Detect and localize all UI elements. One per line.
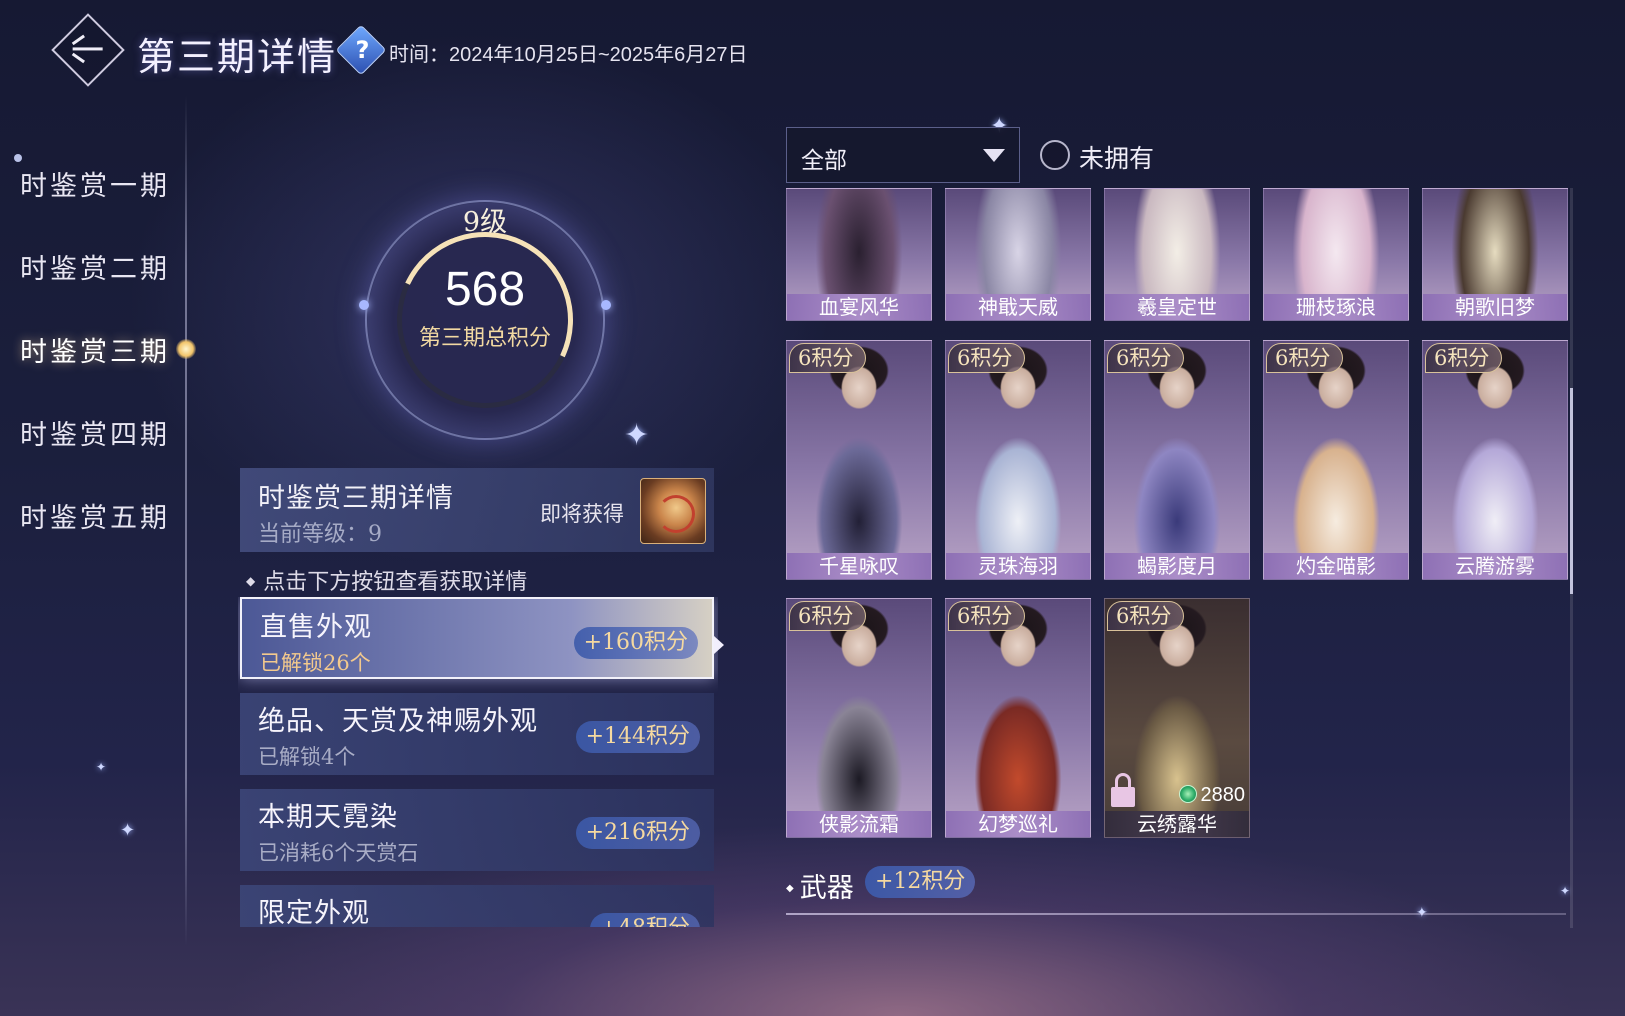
outfit-card[interactable]: 羲皇定世 xyxy=(1104,188,1250,321)
outfit-art xyxy=(1105,189,1249,294)
points-badge: 6积分 xyxy=(1107,343,1185,373)
category-direct-sale-button[interactable]: 直售外观 已解锁26个 +160积分 xyxy=(240,597,714,679)
nav-active-marker-icon xyxy=(176,339,196,359)
nav-item-period-1[interactable]: 时鉴赏一期 xyxy=(20,164,170,203)
outfit-name: 血宴风华 xyxy=(787,294,931,320)
points-badge: 6积分 xyxy=(948,343,1026,373)
price-value: 2880 xyxy=(1200,784,1246,806)
help-icon-glyph: ? xyxy=(355,36,370,64)
outfit-card[interactable]: 6积分 灼金喵影 xyxy=(1263,340,1409,580)
category-sub: 已解锁26个 xyxy=(260,651,371,675)
category-name: 本期天霓染 xyxy=(258,802,398,833)
nav-item-period-3[interactable]: 时鉴赏三期 xyxy=(20,330,170,369)
points-badge: 6积分 xyxy=(948,601,1026,631)
category-points: +160积分 xyxy=(573,627,698,659)
back-button[interactable] xyxy=(51,13,125,87)
outfit-art xyxy=(1264,189,1408,294)
category-list: 直售外观 已解锁26个 +160积分 绝品、天赏及神赐外观 已解锁4个 +144… xyxy=(238,597,718,927)
outfit-card[interactable]: 神戢天威 xyxy=(945,188,1091,321)
category-limited-button[interactable]: 限定外观 +48积分 xyxy=(240,885,714,927)
score-total: 568 xyxy=(444,263,526,316)
chevron-down-icon xyxy=(983,149,1005,162)
outfit-art xyxy=(1423,189,1567,294)
outfit-card[interactable]: 6积分 云腾游雾 xyxy=(1422,340,1568,580)
outfit-card[interactable]: 朝歌旧梦 xyxy=(1422,188,1568,321)
outfit-art xyxy=(946,189,1090,294)
category-sub: 已解锁4个 xyxy=(258,745,356,769)
page-title: 第三期详情 xyxy=(137,35,338,79)
section-divider xyxy=(786,913,1566,915)
outfit-name: 幻梦巡礼 xyxy=(946,811,1090,837)
outfit-name: 千星咏叹 xyxy=(787,553,931,579)
outfit-name: 灼金喵影 xyxy=(1264,553,1408,579)
outfit-name: 神戢天威 xyxy=(946,294,1090,320)
category-points: +144积分 xyxy=(575,721,700,753)
outfit-name: 云绣露华 xyxy=(1105,811,1249,837)
scrollbar-thumb[interactable] xyxy=(1570,388,1573,594)
star-sparkle: ✦ xyxy=(624,418,650,453)
period-time: 时间：2024年10月25日~2025年6月27日 xyxy=(389,44,748,66)
upcoming-reward-icon[interactable] xyxy=(640,478,706,544)
back-arrow-icon xyxy=(72,47,103,51)
outfit-name: 羲皇定世 xyxy=(1105,294,1249,320)
help-icon[interactable]: ? xyxy=(335,24,387,76)
outfit-card[interactable]: 血宴风华 xyxy=(786,188,932,321)
outfit-name: 云腾游雾 xyxy=(1423,553,1567,579)
nav-dot-icon xyxy=(14,154,22,162)
star-sparkle: ✦ xyxy=(120,820,136,841)
outfit-name: 珊枝琢浪 xyxy=(1264,294,1408,320)
category-points: +216积分 xyxy=(575,817,700,849)
outfit-grid: 血宴风华 神戢天威 羲皇定世 珊枝琢浪 朝歌旧梦 6积分 千星咏叹 6积分 灵珠… xyxy=(786,188,1576,928)
score-ring: 9级 568 第三期总积分 xyxy=(359,200,611,440)
detail-soon-label: 即将获得 xyxy=(540,502,624,526)
detail-current-level: 当前等级：9 xyxy=(258,522,382,547)
category-points: +48积分 xyxy=(589,913,700,927)
outfit-name: 侠影流霜 xyxy=(787,811,931,837)
filter-selected-value: 全部 xyxy=(801,148,847,174)
nav-item-period-5[interactable]: 时鉴赏五期 xyxy=(20,496,170,535)
outfit-name: 灵珠海羽 xyxy=(946,553,1090,579)
points-badge: 6积分 xyxy=(1107,601,1185,631)
category-sub: 已消耗6个天赏石 xyxy=(258,841,419,865)
nav-divider xyxy=(185,96,187,946)
points-badge: 6积分 xyxy=(789,343,867,373)
category-premium-button[interactable]: 绝品、天赏及神赐外观 已解锁4个 +144积分 xyxy=(240,693,714,775)
points-badge: 6积分 xyxy=(1266,343,1344,373)
outfit-card[interactable]: 6积分 2880 云绣露华 xyxy=(1104,598,1250,838)
category-name: 直售外观 xyxy=(260,612,372,643)
category-dye-button[interactable]: 本期天霓染 已消耗6个天赏石 +216积分 xyxy=(240,789,714,871)
filter-dropdown[interactable]: 全部 xyxy=(786,127,1020,183)
detail-title: 时鉴赏三期详情 xyxy=(258,483,454,514)
outfit-art xyxy=(787,189,931,294)
hint-text: 点击下方按钮查看获取详情 xyxy=(246,564,527,596)
outfit-name: 朝歌旧梦 xyxy=(1423,294,1567,320)
lock-body xyxy=(1111,787,1135,807)
outfit-card[interactable]: 6积分 蝎影度月 xyxy=(1104,340,1250,580)
outfit-card[interactable]: 6积分 千星咏叹 xyxy=(786,340,932,580)
unowned-radio[interactable] xyxy=(1040,140,1070,170)
weapon-section-points: +12积分 xyxy=(865,866,976,898)
nav-item-period-2[interactable]: 时鉴赏二期 xyxy=(20,247,170,286)
score-level: 9级 xyxy=(462,207,508,238)
outfit-price: 2880 xyxy=(1178,784,1246,807)
period-detail-card: 时鉴赏三期详情 当前等级：9 即将获得 xyxy=(240,468,714,552)
points-badge: 6积分 xyxy=(789,601,867,631)
active-category-pointer-icon xyxy=(714,636,724,654)
jade-coin-icon xyxy=(1178,785,1197,803)
lock-icon xyxy=(1111,773,1135,807)
outfit-card[interactable]: 6积分 幻梦巡礼 xyxy=(945,598,1091,838)
score-label: 第三期总积分 xyxy=(418,326,551,351)
outfit-name: 蝎影度月 xyxy=(1105,553,1249,579)
outfit-card[interactable]: 珊枝琢浪 xyxy=(1263,188,1409,321)
points-badge: 6积分 xyxy=(1425,343,1503,373)
outfit-card[interactable]: 6积分 侠影流霜 xyxy=(786,598,932,838)
star-sparkle: ✦ xyxy=(96,760,107,774)
category-name: 绝品、天赏及神赐外观 xyxy=(258,706,538,737)
unowned-label[interactable]: 未拥有 xyxy=(1079,139,1154,175)
outfit-card[interactable]: 6积分 灵珠海羽 xyxy=(945,340,1091,580)
category-name: 限定外观 xyxy=(258,898,370,927)
weapon-section-label: 武器 xyxy=(786,866,854,905)
nav-item-period-4[interactable]: 时鉴赏四期 xyxy=(20,413,170,452)
